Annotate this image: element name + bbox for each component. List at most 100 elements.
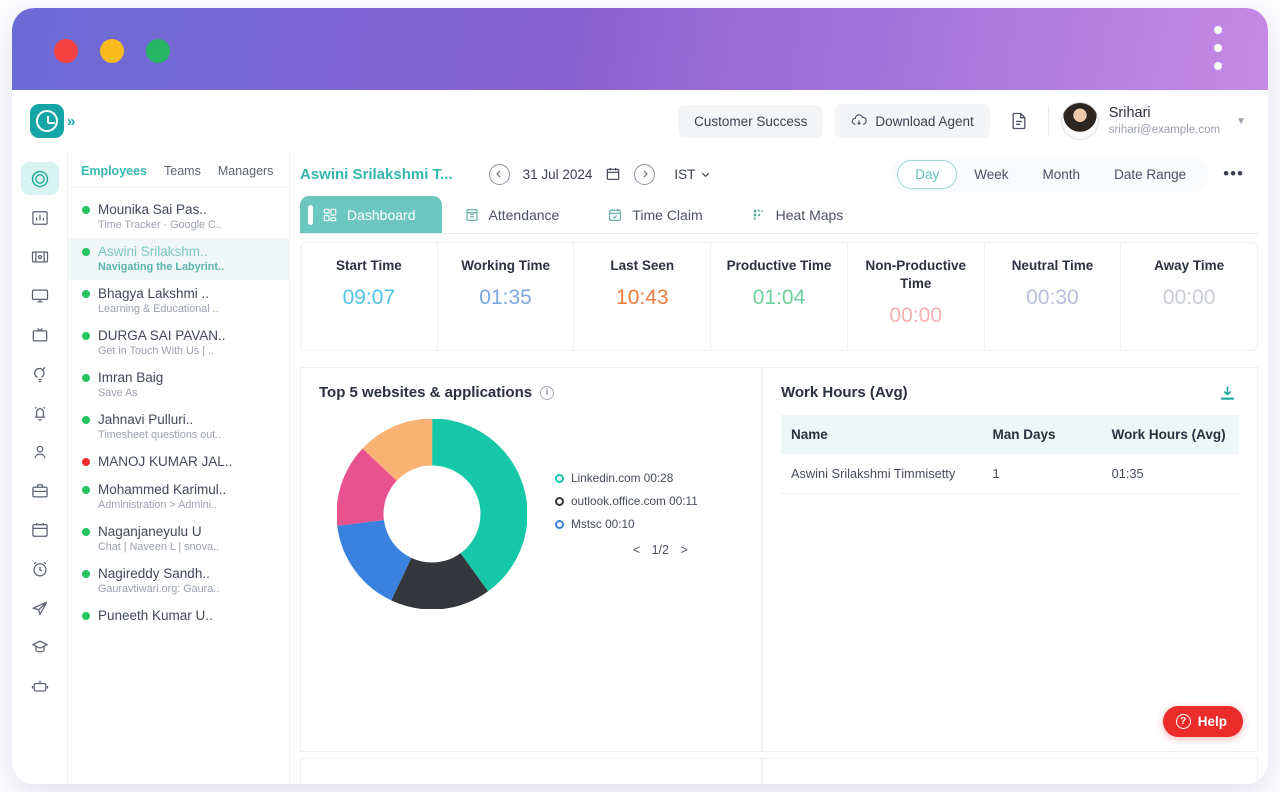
sidebar-item-monitor[interactable] <box>21 279 59 312</box>
sidebar-item-tickets[interactable] <box>21 240 59 273</box>
pager-next-button[interactable]: > <box>676 543 691 557</box>
attendance-calendar-icon <box>465 209 478 221</box>
tab-time-claim[interactable]: Time Claim <box>585 196 729 233</box>
employee-name: Bhagya Lakshmi .. <box>98 286 210 301</box>
sidebar-item-timesheet[interactable] <box>21 552 59 585</box>
table-header-row: Name Man Days Work Hours (Avg) <box>781 415 1239 455</box>
list-item[interactable]: Mounika Sai Pas.. Time Tracker - Google … <box>68 196 289 238</box>
stat-card-away-time: Away Time 00:00 <box>1121 243 1257 350</box>
legend-item: Mstsc 00:10 <box>555 517 698 531</box>
ellipsis-icon[interactable]: ••• <box>1209 164 1254 184</box>
list-item[interactable]: Jahnavi Pulluri.. Timesheet questions ou… <box>68 406 289 448</box>
status-dot <box>82 205 90 214</box>
time-claim-icon <box>609 209 622 221</box>
brand-logo[interactable]: » <box>30 104 75 138</box>
tab-teams[interactable]: Teams <box>164 164 201 178</box>
kebab-menu-icon[interactable] <box>1214 26 1222 70</box>
list-item[interactable]: Imran Baig Save As <box>68 364 289 406</box>
app-root: » Customer Success Download Agent Srihar… <box>12 90 1268 784</box>
status-dot <box>82 527 90 536</box>
download-icon[interactable] <box>1218 384 1237 408</box>
stat-label: Away Time <box>1154 258 1225 273</box>
tab-dashboard[interactable]: Dashboard <box>300 196 442 233</box>
employee-scroll[interactable]: Mounika Sai Pas.. Time Tracker - Google … <box>68 188 289 784</box>
tab-label: Time Claim <box>632 207 703 223</box>
sidebar-item-automation[interactable] <box>21 669 59 702</box>
employee-activity: Get in Touch With Us | .. <box>98 345 215 357</box>
previous-day-button[interactable] <box>488 163 510 185</box>
stat-label: Productive Time <box>726 258 832 273</box>
range-month[interactable]: Month <box>1026 161 1098 188</box>
sidebar-item-activity[interactable] <box>20 162 59 195</box>
stats-row: Start Time 09:07 Working Time 01:35 Last… <box>300 242 1258 352</box>
tab-heat-maps[interactable]: Heat Maps <box>728 196 870 233</box>
legend-item: Linkedin.com 00:28 <box>555 471 698 485</box>
close-window-button[interactable] <box>54 39 78 63</box>
work-hours-title: Work Hours (Avg) <box>781 384 908 402</box>
legend-label: Linkedin.com 00:28 <box>571 471 674 486</box>
stat-value: 00:30 <box>1026 286 1079 310</box>
tab-managers[interactable]: Managers <box>218 164 274 178</box>
pager-prev-button[interactable]: < <box>629 543 644 557</box>
list-item[interactable]: Nagireddy Sandh.. Gauravtiwari.org: Gaur… <box>68 560 289 602</box>
lightbulb-idea-icon <box>33 366 45 382</box>
sidebar-item-projects[interactable] <box>21 474 59 507</box>
stat-value: 09:07 <box>342 286 396 310</box>
list-item[interactable]: MANOJ KUMAR JAL.. <box>68 448 289 476</box>
user-profile[interactable]: Srihari srihari@example.com ▼ <box>1060 102 1246 140</box>
chevron-down-icon[interactable]: ▼ <box>1236 116 1246 127</box>
sidebar-item-calendar[interactable] <box>21 513 59 546</box>
activity-rings-icon <box>31 170 48 187</box>
list-item[interactable]: Aswini Srilakshm.. Navigating the Labyri… <box>68 238 289 280</box>
avatar <box>1060 102 1099 140</box>
list-item[interactable]: DURGA SAI PAVAN.. Get in Touch With Us |… <box>68 322 289 364</box>
sidebar-item-users[interactable] <box>21 435 59 468</box>
maximize-window-button[interactable] <box>146 39 170 63</box>
employee-activity: Time Tracker - Google C.. <box>98 219 222 231</box>
download-agent-button[interactable]: Download Agent <box>835 104 990 138</box>
user-name: Srihari <box>1108 105 1151 122</box>
employee-name: Imran Baig <box>98 370 164 385</box>
stat-card-working-time: Working Time 01:35 <box>438 243 575 351</box>
document-icon[interactable] <box>1002 104 1036 138</box>
stat-label: Start Time <box>335 258 402 273</box>
column-name: Name <box>781 415 983 455</box>
chevrons-right-icon[interactable]: » <box>67 113 75 130</box>
stat-label: Neutral Time <box>1011 258 1094 273</box>
range-date-range[interactable]: Date Range <box>1097 161 1203 188</box>
list-item[interactable]: Puneeth Kumar U.. <box>68 602 289 630</box>
column-man-days: Man Days <box>982 415 1102 455</box>
sidebar-item-insights[interactable] <box>21 357 59 390</box>
range-day[interactable]: Day <box>897 159 958 189</box>
legend-label: Mstsc 00:10 <box>571 517 635 532</box>
range-week[interactable]: Week <box>957 161 1025 188</box>
sidebar-item-learning[interactable] <box>21 630 59 663</box>
customer-success-button[interactable]: Customer Success <box>678 104 824 138</box>
list-item[interactable]: Mohammed Karimul.. Administration > Admi… <box>68 476 289 518</box>
column-work-hours: Work Hours (Avg) <box>1101 415 1239 455</box>
legend-swatch <box>555 496 564 506</box>
status-dot <box>82 331 90 340</box>
employee-activity: Administration > Admini.. <box>98 499 218 511</box>
tab-attendance[interactable]: Attendance <box>441 196 586 233</box>
top-sites-panel: Top 5 websites & applications i Linkedin… <box>300 367 762 752</box>
calendar-icon[interactable] <box>605 166 621 182</box>
minimize-window-button[interactable] <box>100 39 124 63</box>
help-button[interactable]: ? Help <box>1162 706 1243 737</box>
info-icon[interactable]: i <box>540 385 555 400</box>
sidebar-item-send[interactable] <box>21 591 59 624</box>
date-navigator: 31 Jul 2024 IST <box>488 163 712 185</box>
list-item[interactable]: Bhagya Lakshmi .. Learning & Educational… <box>68 280 289 322</box>
send-paper-plane-icon <box>31 601 47 616</box>
sidebar-item-live-view[interactable] <box>21 318 59 351</box>
next-day-button[interactable] <box>634 163 656 185</box>
employee-name: Aswini Srilakshm.. <box>98 244 208 259</box>
stat-card-productive-time: Productive Time 01:04 <box>711 243 848 351</box>
sidebar-item-reports[interactable] <box>21 201 59 234</box>
cloud-download-icon <box>852 114 868 125</box>
tab-employees[interactable]: Employees <box>81 164 147 178</box>
stat-value: 01:35 <box>479 286 532 310</box>
timezone-selector[interactable]: IST <box>674 167 711 182</box>
sidebar-item-alerts[interactable] <box>21 396 59 429</box>
list-item[interactable]: Naganjaneyulu U Chat | Naveen L | snova.… <box>68 518 289 560</box>
